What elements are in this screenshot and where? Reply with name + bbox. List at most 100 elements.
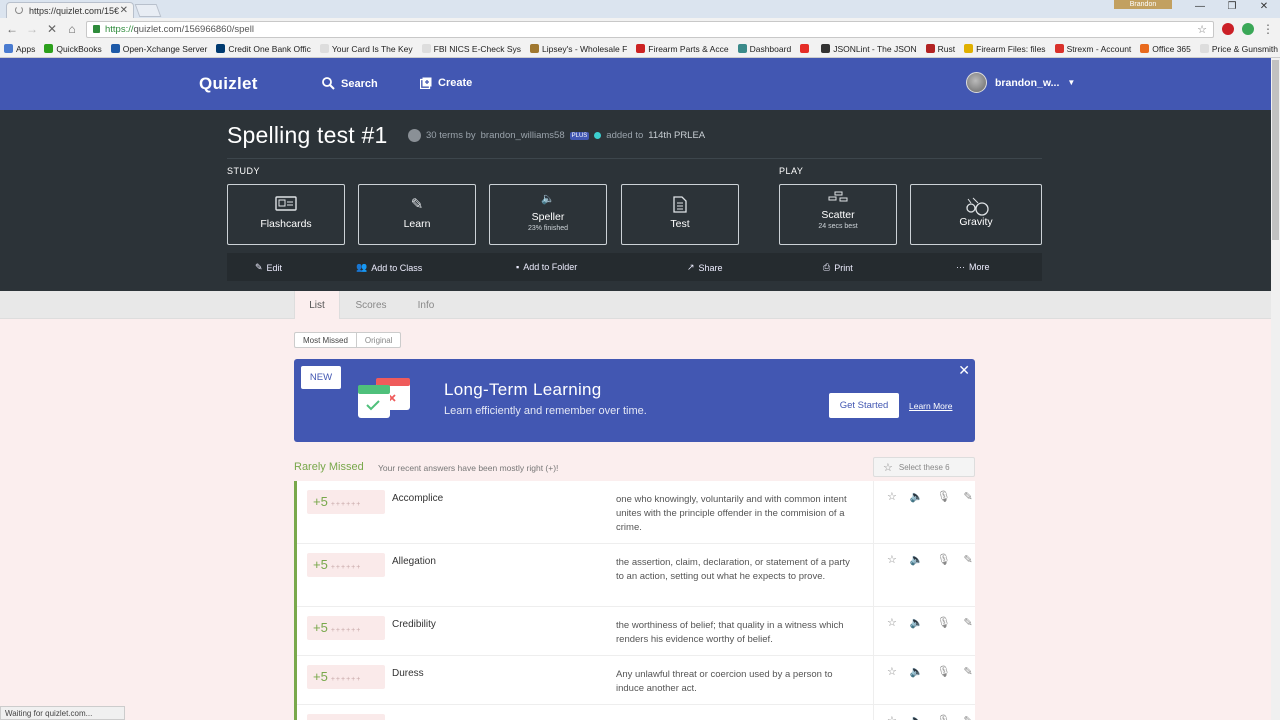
score-ticks: ++++++ [330, 676, 362, 683]
bookmark-label: Firearm Parts & Acce [648, 43, 729, 54]
minimize-icon[interactable]: — [1184, 0, 1216, 18]
scatter-button[interactable]: Scatter 24 secs best [779, 184, 897, 245]
chrome-menu-icon[interactable]: ⋮ [1262, 22, 1274, 36]
learn-more-link[interactable]: Learn More [909, 401, 952, 411]
term-tools: ☆🔈🎙✎ [873, 481, 975, 543]
tab-list[interactable]: List [294, 291, 340, 319]
bookmark-item[interactable]: FBI NICS E-Check Sys [421, 44, 521, 54]
gravity-button[interactable]: Gravity [910, 184, 1042, 245]
select-these-button[interactable]: ☆ Select these 6 [873, 457, 975, 477]
bookmark-item[interactable] [800, 44, 812, 53]
microphone-icon[interactable]: 🎙 [937, 665, 951, 704]
bookmark-item[interactable]: Credit One Bank Offic [216, 44, 311, 54]
microphone-icon[interactable]: 🎙 [937, 616, 951, 655]
learn-button[interactable]: ✎ Learn [358, 184, 476, 245]
bookmark-item[interactable]: Price & Gunsmith Ta [1199, 44, 1280, 54]
more-button[interactable]: ··· More [956, 262, 990, 272]
edit-pencil-icon[interactable]: ✎ [964, 665, 973, 704]
quizlet-logo[interactable]: Quizlet [199, 74, 258, 94]
bookmark-item[interactable]: Office 365 [1140, 44, 1191, 54]
pinterest-extension-icon[interactable] [1222, 23, 1234, 35]
most-missed-option[interactable]: Most Missed [295, 333, 357, 347]
star-icon[interactable]: ☆ [887, 714, 897, 720]
scrollbar-thumb[interactable] [1272, 60, 1279, 240]
extension-icon[interactable] [1242, 23, 1254, 35]
play-label: PLAY [779, 166, 804, 176]
ellipsis-icon: ··· [956, 262, 965, 272]
bookmark-item[interactable]: QuickBooks [44, 44, 102, 54]
edit-pencil-icon[interactable]: ✎ [964, 616, 973, 655]
forward-icon[interactable]: → [26, 22, 38, 36]
author-link[interactable]: brandon_williams58 [481, 130, 565, 141]
star-icon[interactable]: ☆ [887, 616, 897, 655]
bookmark-favicon-icon [964, 44, 974, 53]
microphone-icon[interactable]: 🎙 [937, 490, 951, 543]
scrollbar[interactable] [1271, 58, 1280, 720]
star-icon[interactable]: ☆ [887, 490, 897, 543]
star-icon[interactable]: ☆ [887, 665, 897, 704]
print-button[interactable]: ⎙ Print [823, 262, 853, 273]
create-nav[interactable]: Create [420, 77, 472, 89]
stop-loading-icon[interactable]: ✕ [46, 22, 58, 36]
speaker-icon[interactable]: 🔈 [910, 665, 924, 704]
speaker-icon[interactable]: 🔈 [910, 714, 924, 720]
share-button[interactable]: ↗ Share [687, 262, 723, 273]
print-label: Print [834, 262, 853, 273]
microphone-icon[interactable]: 🎙 [937, 714, 951, 720]
speaker-icon[interactable]: 🔈 [910, 490, 924, 543]
status-bar: Waiting for quizlet.com... [0, 706, 125, 720]
speller-button[interactable]: 🔈 Speller 23% finished [489, 184, 607, 245]
edit-pencil-icon[interactable]: ✎ [964, 553, 973, 606]
new-tab-button[interactable] [134, 4, 162, 17]
bookmark-label: Credit One Bank Offic [228, 43, 311, 54]
bookmark-item[interactable]: Your Card Is The Key [319, 44, 413, 54]
browser-tab[interactable]: https://quizlet.com/15€ ✕ [6, 2, 134, 18]
window-close-icon[interactable]: ✕ [1248, 0, 1280, 18]
home-icon[interactable]: ⌂ [66, 22, 78, 36]
restore-icon[interactable]: ❐ [1216, 0, 1248, 18]
bookmark-item[interactable]: Apps [4, 44, 35, 54]
bookmark-item[interactable]: Dashboard [737, 44, 791, 54]
term-tools: ☆ 🔈 🎙 ✎ [873, 705, 975, 720]
bookmark-item[interactable]: Firearm Files: files [964, 44, 1046, 54]
edit-pencil-icon[interactable]: ✎ [964, 714, 973, 720]
tab-info[interactable]: Info [408, 291, 444, 319]
flashcards-button[interactable]: Flashcards [227, 184, 345, 245]
original-option[interactable]: Original [357, 333, 401, 347]
test-label: Test [670, 218, 690, 230]
browser-profile-badge[interactable]: Brandon [1114, 0, 1172, 9]
speaker-icon[interactable]: 🔈 [910, 553, 924, 606]
search-label: Search [341, 77, 378, 90]
microphone-icon[interactable]: 🎙 [937, 553, 951, 606]
search-nav[interactable]: Search [322, 77, 378, 90]
close-icon[interactable]: ✕ [958, 362, 970, 379]
add-to-folder-button[interactable]: ▪ Add to Folder [516, 262, 577, 272]
tab-scores[interactable]: Scores [347, 291, 395, 319]
edit-button[interactable]: ✎ Edit [255, 262, 282, 273]
bookmark-item[interactable]: Rust [925, 44, 955, 54]
url-input[interactable]: https://quizlet.com/156966860/spell ☆ [86, 20, 1214, 38]
bookmark-item[interactable]: Strexm - Account [1054, 44, 1131, 54]
close-tab-icon[interactable]: ✕ [120, 5, 128, 16]
add-to-class-button[interactable]: 👥 Add to Class [356, 262, 422, 273]
speaker-icon[interactable]: 🔈 [910, 616, 924, 655]
term-tools: ☆ 🔈 🎙 ✎ [873, 656, 975, 704]
flashcards-label: Flashcards [260, 218, 312, 230]
bookmark-label: JSONLint - The JSON [833, 43, 917, 54]
bookmark-item[interactable]: Firearm Parts & Acce [636, 43, 729, 54]
user-menu[interactable]: brandon_w... ▼ [966, 72, 1075, 93]
back-icon[interactable]: ← [6, 22, 18, 36]
term-row: +5 ++++++ Duress Any unlawful threat or coe… [297, 656, 975, 705]
speaker-icon: 🔈 [541, 193, 555, 205]
class-link[interactable]: 114th PRLEA [648, 130, 705, 141]
bookmark-item[interactable]: Lipsey's - Wholesale F [530, 44, 627, 54]
set-actions-bar: ✎ Edit 👥 Add to Class ▪ Add to Folder ↗ Shar… [227, 253, 1042, 281]
star-icon[interactable]: ☆ [887, 553, 897, 606]
bookmark-item[interactable]: Open-Xchange Server [110, 44, 207, 54]
edit-pencil-icon[interactable]: ✎ [964, 490, 973, 543]
test-button[interactable]: Test [621, 184, 739, 245]
bookmark-star-icon[interactable]: ☆ [1197, 23, 1207, 36]
get-started-button[interactable]: Get Started [829, 393, 899, 418]
bookmark-item[interactable]: JSONLint - The JSON [821, 43, 917, 54]
bookmark-favicon-icon [1054, 44, 1064, 53]
